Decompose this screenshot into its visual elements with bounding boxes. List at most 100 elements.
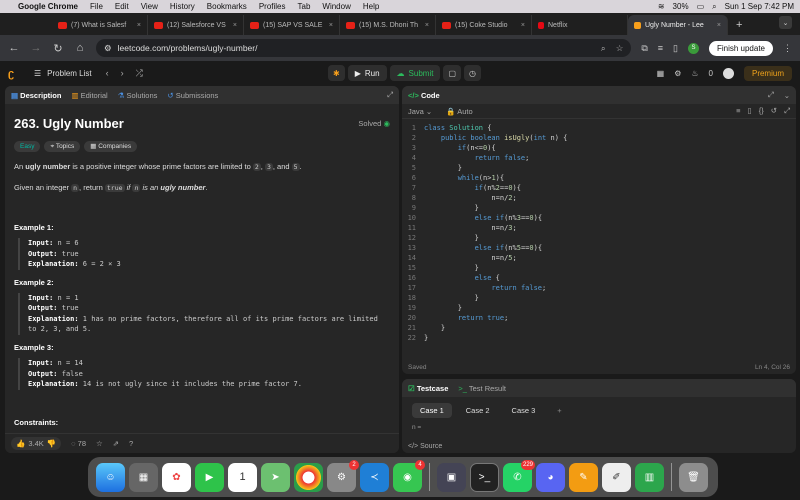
- tab-test-result[interactable]: >_ Test Result: [458, 384, 506, 393]
- collapse-icon[interactable]: ⌄: [784, 91, 790, 100]
- pages-icon[interactable]: ✎: [569, 462, 598, 492]
- bookmark-icon[interactable]: ▯: [748, 106, 752, 116]
- browser-tab[interactable]: (15) M.S. Dhoni Th ×: [340, 15, 436, 35]
- maps-icon[interactable]: ➤: [261, 462, 290, 492]
- url-field[interactable]: ⚙ leetcode.com/problems/ugly-number/ ⌕ ☆: [96, 39, 632, 57]
- code-tab[interactable]: </> Code: [408, 91, 440, 100]
- menu-profiles[interactable]: Profiles: [259, 2, 286, 11]
- problem-list-button[interactable]: ☰ Problem List: [34, 69, 92, 78]
- menu-help[interactable]: Help: [363, 2, 379, 11]
- menu-history[interactable]: History: [170, 2, 195, 11]
- url-text[interactable]: leetcode.com/problems/ugly-number/: [118, 43, 258, 53]
- settings-gear-icon[interactable]: ⚙: [674, 69, 681, 78]
- close-tab-icon[interactable]: ×: [329, 22, 333, 29]
- bookmark-star-icon[interactable]: ☆: [616, 43, 624, 54]
- zoom-icon[interactable]: ⌕: [601, 43, 606, 54]
- site-info-icon[interactable]: ⚙: [104, 43, 112, 54]
- terminal-icon[interactable]: >_: [470, 462, 499, 492]
- reload-icon[interactable]: ↻: [52, 42, 64, 55]
- submit-button[interactable]: ☁ Submit: [389, 65, 441, 81]
- case-tab[interactable]: Case 2: [458, 403, 498, 418]
- menu-edit[interactable]: Edit: [115, 2, 129, 11]
- finish-update-button[interactable]: Finish update: [708, 40, 773, 56]
- close-tab-icon[interactable]: ×: [521, 22, 525, 29]
- menu-window[interactable]: Window: [322, 2, 350, 11]
- help-icon[interactable]: ?: [129, 439, 133, 448]
- new-tab-button[interactable]: +: [728, 15, 750, 35]
- topics-tag[interactable]: ⌖ Topics: [44, 140, 81, 153]
- like-button[interactable]: 👍 3.4K 👎: [11, 437, 62, 450]
- launchpad-icon[interactable]: ▦: [129, 462, 158, 492]
- trash-icon[interactable]: 🗑: [679, 462, 708, 492]
- code-editor[interactable]: 1 class Solution { 2 public boolean isUgl…: [402, 119, 796, 343]
- fullscreen-icon[interactable]: ⤢: [784, 106, 790, 116]
- extensions-icon[interactable]: ⧉: [641, 43, 647, 54]
- forward-arrow-icon[interactable]: →: [30, 42, 42, 54]
- expand-icon[interactable]: ⤢: [387, 90, 393, 100]
- leetcode-logo-icon[interactable]: ʗ: [8, 68, 22, 80]
- photos-icon[interactable]: ✿: [162, 462, 191, 492]
- run-button[interactable]: ▶ Run: [347, 65, 387, 81]
- share-icon[interactable]: ⇗: [113, 439, 119, 448]
- sidebar-icon[interactable]: ▯: [673, 43, 678, 54]
- prev-problem-icon[interactable]: ‹: [106, 68, 109, 79]
- close-tab-icon[interactable]: ×: [137, 22, 141, 29]
- preview-icon[interactable]: ▣: [437, 462, 466, 492]
- browser-tab[interactable]: Netflix: [532, 15, 628, 35]
- browser-tab-active[interactable]: Ugly Number - Lee ×: [628, 15, 728, 35]
- menu-view[interactable]: View: [141, 2, 158, 11]
- menu-tab[interactable]: Tab: [298, 2, 311, 11]
- menu-app-name[interactable]: Google Chrome: [18, 2, 78, 11]
- close-tab-icon[interactable]: ×: [717, 22, 721, 29]
- system-settings-icon[interactable]: ⚙ 2: [327, 459, 359, 492]
- favorite-star-icon[interactable]: ☆: [96, 439, 103, 448]
- discord-icon[interactable]: ◕: [536, 462, 565, 492]
- tab-description[interactable]: ▤ Description: [11, 91, 61, 100]
- comments-button[interactable]: ◌ 78: [71, 439, 86, 448]
- calendar-icon[interactable]: 1: [228, 462, 257, 492]
- tab-editorial[interactable]: ▥ Editorial: [71, 91, 107, 100]
- wifi-icon[interactable]: ≋: [658, 2, 665, 11]
- tab-solutions[interactable]: ⚗ Solutions: [118, 91, 158, 100]
- case-tab[interactable]: Case 1: [412, 403, 452, 418]
- next-problem-icon[interactable]: ›: [121, 68, 124, 79]
- tab-search-chevron-icon[interactable]: ⌄: [779, 16, 792, 29]
- user-avatar[interactable]: [722, 68, 734, 79]
- tab-testcase[interactable]: ☑ Testcase: [408, 384, 448, 393]
- timer-button[interactable]: ◷: [464, 65, 481, 81]
- language-select[interactable]: Java ⌄: [408, 107, 432, 116]
- menu-file[interactable]: File: [90, 2, 103, 11]
- add-case-button[interactable]: +: [549, 403, 569, 418]
- braces-icon[interactable]: {}: [759, 106, 764, 116]
- datetime[interactable]: Sun 1 Sep 7:42 PM: [725, 2, 794, 11]
- case-tab[interactable]: Case 3: [504, 403, 544, 418]
- battery-icon[interactable]: ▭: [697, 2, 705, 11]
- search-icon[interactable]: ⌕: [712, 2, 716, 12]
- more-menu-icon[interactable]: ⋮: [783, 43, 792, 54]
- auto-mode[interactable]: 🔒 Auto: [446, 107, 472, 116]
- browser-tab[interactable]: (15) SAP VS SALE ×: [244, 15, 340, 35]
- maximize-icon[interactable]: ⤢: [768, 90, 774, 100]
- chrome-icon[interactable]: [294, 462, 323, 492]
- close-tab-icon[interactable]: ×: [425, 22, 429, 29]
- premium-button[interactable]: Premium: [743, 66, 792, 81]
- notes-button[interactable]: ▢: [443, 65, 462, 81]
- finder-icon[interactable]: ☺: [96, 462, 125, 492]
- messages-icon[interactable]: ◉ 4: [393, 459, 425, 492]
- close-tab-icon[interactable]: ×: [233, 22, 237, 29]
- numbers-icon[interactable]: ▥: [635, 462, 664, 492]
- streak-fire-icon[interactable]: ♨: [691, 69, 698, 78]
- format-icon[interactable]: ≡: [736, 106, 740, 116]
- menu-bookmarks[interactable]: Bookmarks: [207, 2, 247, 11]
- browser-tab[interactable]: (12) Salesforce VS ×: [148, 15, 244, 35]
- tab-submissions[interactable]: ↺ Submissions: [167, 91, 218, 100]
- layout-icon[interactable]: ▦: [657, 69, 665, 78]
- companies-tag[interactable]: ▦ Companies: [84, 140, 138, 153]
- facetime-icon[interactable]: ▶: [195, 462, 224, 492]
- reset-icon[interactable]: ↺: [771, 106, 777, 116]
- back-arrow-icon[interactable]: ←: [8, 42, 20, 54]
- browser-tab[interactable]: (7) What is Salesf ×: [52, 15, 148, 35]
- whatsapp-icon[interactable]: ✆ 229: [503, 459, 535, 492]
- difficulty-badge[interactable]: Easy: [14, 140, 41, 153]
- profile-avatar[interactable]: S: [687, 42, 699, 54]
